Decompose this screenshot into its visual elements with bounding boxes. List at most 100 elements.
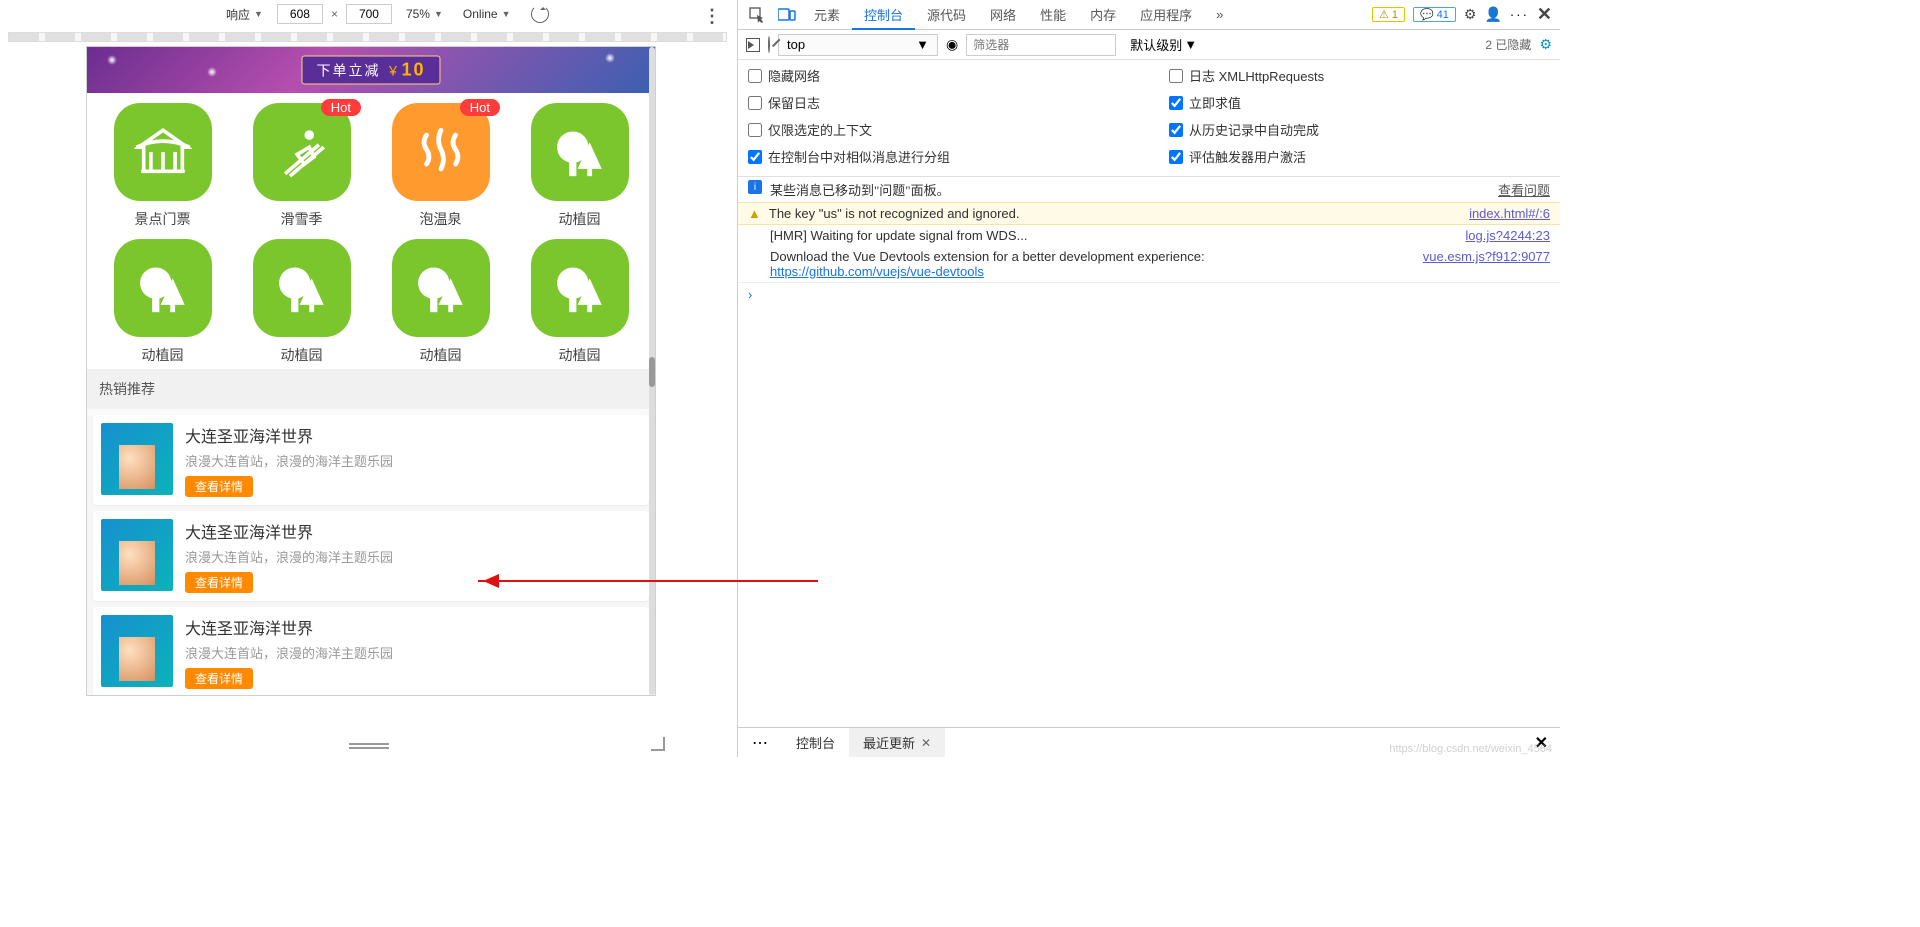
vue-devtools-link[interactable]: https://github.com/vuejs/vue-devtools [770, 264, 984, 279]
info-icon: i [748, 180, 762, 194]
settings-icon[interactable]: ⚙ [1464, 6, 1477, 23]
hot-thumbnail [101, 519, 173, 591]
ski-icon [253, 103, 351, 201]
resize-handle-bottom[interactable] [349, 743, 389, 749]
hot-card[interactable]: 大连圣亚海洋世界浪漫大连首站，浪漫的海洋主题乐园查看详情 [93, 415, 649, 505]
throttle-select[interactable]: Online▼ [457, 7, 517, 21]
console-options: 隐藏网络 日志 XMLHttpRequests 保留日志 立即求值 仅限选定的上… [738, 60, 1560, 177]
drawer-tab-recent[interactable]: 最近更新✕ [849, 728, 945, 757]
devtools-close-icon[interactable]: ✕ [1537, 4, 1552, 25]
inspect-icon[interactable] [742, 0, 772, 29]
tab-performance[interactable]: 性能 [1028, 0, 1078, 29]
opt-hide-network[interactable]: 隐藏网络 [748, 66, 1129, 85]
zoom-select[interactable]: 75%▼ [400, 7, 449, 21]
opt-log-xhr[interactable]: 日志 XMLHttpRequests [1169, 66, 1550, 85]
watermark: https://blog.csdn.net/weixin_4564 [1389, 743, 1552, 755]
view-issues-link[interactable]: 查看问题 [1498, 180, 1550, 199]
tree-icon [114, 239, 212, 337]
console-settings-icon[interactable]: ⚙ [1539, 36, 1552, 53]
tab-console[interactable]: 控制台 [852, 0, 915, 29]
category-item[interactable]: 动植园 [371, 239, 510, 365]
hot-title: 大连圣亚海洋世界 [185, 423, 393, 447]
tree-icon [392, 239, 490, 337]
drawer-tab-console[interactable]: 控制台 [782, 728, 849, 757]
device-toolbar: 响应▼ × 75%▼ Online▼ ⋮ [0, 0, 737, 28]
tabs-overflow[interactable]: » [1204, 0, 1235, 29]
device-frame: 下单立减￥10 景点门票Hot滑雪季Hot泡温泉动植园动植园动植园动植园动植园 … [86, 46, 656, 696]
context-select[interactable]: top▼ [778, 34, 938, 56]
clear-console-icon[interactable] [768, 37, 770, 52]
category-label: 滑雪季 [281, 209, 323, 229]
warning-source-link[interactable]: index.html#/:6 [1469, 206, 1550, 221]
hot-card[interactable]: 大连圣亚海洋世界浪漫大连首站，浪漫的海洋主题乐园查看详情 [93, 607, 649, 696]
category-item[interactable]: 景点门票 [93, 103, 232, 229]
live-expressions-icon[interactable]: ◉ [946, 36, 958, 53]
drawer-more-icon[interactable]: ⋯ [738, 733, 782, 753]
view-details-button[interactable]: 查看详情 [185, 572, 253, 593]
tree-icon [253, 239, 351, 337]
dimension-x: × [331, 7, 338, 21]
filter-input[interactable] [966, 34, 1116, 56]
responsive-select[interactable]: 响应▼ [220, 6, 269, 23]
hmr-source-link[interactable]: log.js?4244:23 [1465, 228, 1550, 243]
warnings-badge[interactable]: ⚠ 1 [1372, 7, 1405, 22]
category-label: 动植园 [559, 345, 601, 365]
hot-card[interactable]: 大连圣亚海洋世界浪漫大连首站，浪漫的海洋主题乐园查看详情 [93, 511, 649, 601]
tab-elements[interactable]: 元素 [802, 0, 852, 29]
height-input[interactable] [346, 4, 392, 24]
hot-desc: 浪漫大连首站，浪漫的海洋主题乐园 [185, 643, 393, 662]
resize-handle-corner[interactable] [651, 737, 665, 751]
category-label: 动植园 [281, 345, 323, 365]
category-item[interactable]: Hot滑雪季 [232, 103, 371, 229]
hot-title: 大连圣亚海洋世界 [185, 615, 393, 639]
category-item[interactable]: Hot泡温泉 [371, 103, 510, 229]
devtools-more-icon[interactable]: ··· [1510, 7, 1529, 22]
category-label: 动植园 [420, 345, 462, 365]
opt-selected-ctx[interactable]: 仅限选定的上下文 [748, 120, 1129, 139]
warning-row: ▲ The key "us" is not recognized and ign… [738, 202, 1560, 225]
promo-banner[interactable]: 下单立减￥10 [87, 47, 655, 93]
execution-play-icon[interactable] [746, 38, 760, 52]
device-scrollbar[interactable] [649, 47, 655, 695]
category-item[interactable]: 动植园 [232, 239, 371, 365]
tab-memory[interactable]: 内存 [1078, 0, 1128, 29]
tab-network[interactable]: 网络 [978, 0, 1028, 29]
drawer-tab-close-icon[interactable]: ✕ [921, 736, 931, 750]
category-label: 泡温泉 [420, 209, 462, 229]
device-mode-icon[interactable] [772, 0, 802, 29]
vue-devtools-row: Download the Vue Devtools extension for … [738, 246, 1560, 282]
opt-autocomplete-hist[interactable]: 从历史记录中自动完成 [1169, 120, 1550, 139]
console-output: i 某些消息已移动到"问题"面板。 查看问题 ▲ The key "us" is… [738, 177, 1560, 727]
tree-icon [531, 239, 629, 337]
width-input[interactable] [277, 4, 323, 24]
warning-icon: ▲ [748, 206, 761, 221]
console-prompt[interactable]: › [738, 282, 1560, 306]
info-badge[interactable]: 💬 41 [1413, 7, 1456, 22]
opt-group-similar[interactable]: 在控制台中对相似消息进行分组 [748, 147, 1129, 166]
hot-badge: Hot [460, 99, 500, 116]
rotate-button[interactable] [525, 5, 555, 23]
opt-eval-user-act[interactable]: 评估触发器用户激活 [1169, 147, 1550, 166]
category-label: 动植园 [142, 345, 184, 365]
view-details-button[interactable]: 查看详情 [185, 668, 253, 689]
category-item[interactable]: 动植园 [510, 103, 649, 229]
hidden-count[interactable]: 2 已隐藏 [1485, 36, 1531, 53]
tab-application[interactable]: 应用程序 [1128, 0, 1204, 29]
vue-source-link[interactable]: vue.esm.js?f912:9077 [1423, 249, 1550, 264]
category-label: 景点门票 [135, 209, 191, 229]
log-level-select[interactable]: 默认级别▼ [1124, 35, 1203, 54]
issues-info-row: i 某些消息已移动到"问题"面板。 查看问题 [738, 177, 1560, 202]
devtools-tabbar: 元素 控制台 源代码 网络 性能 内存 应用程序 » ⚠ 1 💬 41 ⚙ 👤 … [738, 0, 1560, 30]
hotspring-icon [392, 103, 490, 201]
hot-desc: 浪漫大连首站，浪漫的海洋主题乐园 [185, 451, 393, 470]
category-item[interactable]: 动植园 [93, 239, 232, 365]
tab-sources[interactable]: 源代码 [915, 0, 978, 29]
category-item[interactable]: 动植园 [510, 239, 649, 365]
device-more-icon[interactable]: ⋮ [703, 6, 721, 27]
ruler-horizontal [8, 32, 727, 42]
account-icon[interactable]: 👤 [1484, 6, 1501, 23]
view-details-button[interactable]: 查看详情 [185, 476, 253, 497]
opt-eager-eval[interactable]: 立即求值 [1169, 93, 1550, 112]
hot-badge: Hot [321, 99, 361, 116]
opt-preserve-log[interactable]: 保留日志 [748, 93, 1129, 112]
